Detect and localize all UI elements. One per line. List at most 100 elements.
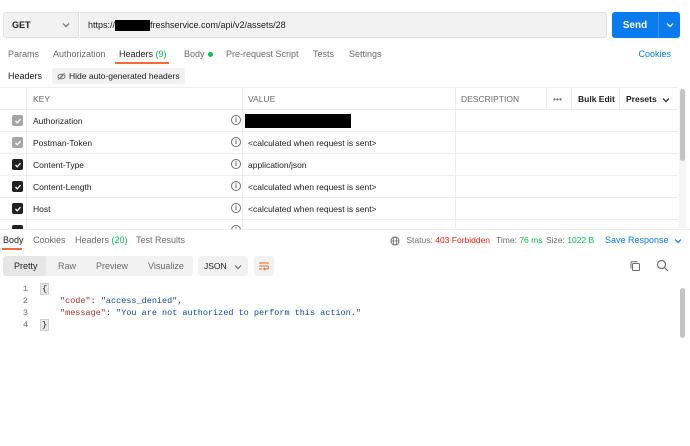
line-number: 3 xyxy=(22,308,28,318)
response-tabs: Body Cookies Headers (20) Test Results S… xyxy=(0,232,690,250)
wrap-lines-button[interactable] xyxy=(254,256,274,276)
copy-icon[interactable] xyxy=(629,260,641,272)
json-value: "You are not authorized to perform this … xyxy=(116,308,361,318)
tab-label: Headers xyxy=(75,235,110,245)
view-mode-raw[interactable]: Raw xyxy=(58,261,76,271)
check-icon xyxy=(14,184,21,190)
more-options-button[interactable]: ••• xyxy=(553,94,562,104)
table-row: Content-Length i <calculated when reques… xyxy=(0,176,678,198)
info-icon[interactable]: i xyxy=(231,181,241,191)
header-key: Content-Type xyxy=(33,160,85,170)
json-comma: , xyxy=(177,296,183,306)
presets-label: Presets xyxy=(626,94,657,104)
request-tabs: Params Authorization Headers (9) Body Pr… xyxy=(0,46,690,66)
url-input[interactable]: https:// freshservice.com/api/v2/assets/… xyxy=(80,12,607,38)
row-checkbox[interactable] xyxy=(12,137,23,148)
bulk-edit-button[interactable]: Bulk Edit xyxy=(578,94,615,104)
code-text: "code": "access_denied", xyxy=(60,296,182,306)
tab-authorization[interactable]: Authorization xyxy=(53,49,106,59)
column-divider xyxy=(242,87,243,229)
view-mode-pretty[interactable]: Pretty xyxy=(14,261,38,271)
size-value: 1022 B xyxy=(567,235,595,245)
globe-icon xyxy=(390,236,400,246)
table-scroll-thumb[interactable] xyxy=(680,89,685,161)
save-response-button[interactable]: Save Response xyxy=(605,235,682,245)
column-divider xyxy=(619,87,620,110)
table-row: Content-Type i application/json xyxy=(0,154,678,176)
hide-auto-generated-button[interactable]: Hide auto-generated headers xyxy=(52,68,185,84)
json-key: "message" xyxy=(60,308,106,318)
view-mode-preview[interactable]: Preview xyxy=(96,261,128,271)
active-response-tab-indicator xyxy=(2,248,22,250)
row-checkbox[interactable] xyxy=(12,115,23,126)
code-line: 2 "code": "access_denied", xyxy=(0,296,678,308)
response-tab-test-results[interactable]: Test Results xyxy=(136,235,185,245)
column-divider xyxy=(571,87,572,110)
response-tab-cookies[interactable]: Cookies xyxy=(33,235,66,245)
header-key: Content-Length xyxy=(33,182,92,192)
header-value: application/json xyxy=(248,160,307,170)
json-value: "access_denied" xyxy=(100,296,178,306)
line-number: 1 xyxy=(22,284,28,294)
send-button[interactable]: Send xyxy=(612,12,680,38)
pane-divider[interactable] xyxy=(0,229,690,230)
chevron-down-icon xyxy=(674,238,682,243)
info-icon[interactable]: i xyxy=(231,203,241,213)
time-value: 76 ms xyxy=(519,235,543,245)
column-divider xyxy=(26,87,27,229)
row-checkbox[interactable] xyxy=(12,159,23,170)
hide-auto-label: Hide auto-generated headers xyxy=(69,71,180,81)
value-redaction xyxy=(245,114,351,128)
view-mode-visualize[interactable]: Visualize xyxy=(148,261,184,271)
active-tab-indicator xyxy=(115,62,169,64)
tab-label: Params xyxy=(8,49,40,59)
header-key: Postman-Token xyxy=(33,138,93,148)
wrap-lines-icon xyxy=(259,262,269,271)
tab-label: Tests xyxy=(313,49,335,59)
tab-pre-request-script[interactable]: Pre-request Script xyxy=(226,49,299,59)
method-label: GET xyxy=(12,20,31,30)
search-icon[interactable] xyxy=(656,259,669,272)
header-value: <calculated when request is sent> xyxy=(248,138,377,148)
json-separator: : xyxy=(105,308,117,318)
time-info[interactable]: Time: 76 ms xyxy=(496,235,542,245)
format-label: JSON xyxy=(204,261,227,271)
headers-label: Headers xyxy=(8,71,43,81)
tab-label: Body xyxy=(184,49,205,59)
tab-body[interactable]: Body xyxy=(184,49,213,59)
headers-table: KEY VALUE DESCRIPTION ••• Bulk Edit Pres… xyxy=(0,87,678,229)
info-icon[interactable]: i xyxy=(231,137,241,147)
info-icon[interactable]: i xyxy=(231,115,241,125)
method-select[interactable]: GET xyxy=(3,12,79,38)
response-tab-body[interactable]: Body xyxy=(3,235,24,245)
tab-label: Authorization xyxy=(53,49,106,59)
body-dot-icon xyxy=(207,52,213,58)
headers-count: (9) xyxy=(155,49,167,59)
tab-headers[interactable]: Headers (9) xyxy=(119,49,167,59)
presets-button[interactable]: Presets xyxy=(626,94,670,104)
save-response-label: Save Response xyxy=(605,235,669,245)
size-info[interactable]: Size: 1022 B xyxy=(546,235,594,245)
code-line: 1 { xyxy=(0,283,678,296)
row-checkbox[interactable] xyxy=(12,181,23,192)
tab-settings[interactable]: Settings xyxy=(349,49,382,59)
tab-params[interactable]: Params xyxy=(8,49,39,59)
url-redaction xyxy=(115,19,151,31)
response-tab-headers[interactable]: Headers (20) xyxy=(75,235,128,245)
row-checkbox[interactable] xyxy=(12,203,23,214)
line-number: 2 xyxy=(22,296,28,306)
response-scroll-thumb[interactable] xyxy=(680,288,685,338)
send-options-button[interactable] xyxy=(659,21,680,29)
format-select[interactable]: JSON xyxy=(198,256,248,276)
code-text: } xyxy=(40,319,50,331)
response-body-editor[interactable]: 1 { 2 "code": "access_denied", 3 "messag… xyxy=(0,283,678,446)
eye-off-icon xyxy=(57,72,66,80)
status-code[interactable]: 403 Forbidden xyxy=(435,235,490,245)
tab-tests[interactable]: Tests xyxy=(313,49,334,59)
info-icon[interactable]: i xyxy=(231,159,241,169)
chevron-down-icon xyxy=(62,23,70,28)
table-row: Authorization i xyxy=(0,110,678,132)
cookies-link[interactable]: Cookies xyxy=(638,49,671,59)
chevron-down-icon xyxy=(234,265,242,270)
tab-label: Pre-request Script xyxy=(226,49,299,59)
